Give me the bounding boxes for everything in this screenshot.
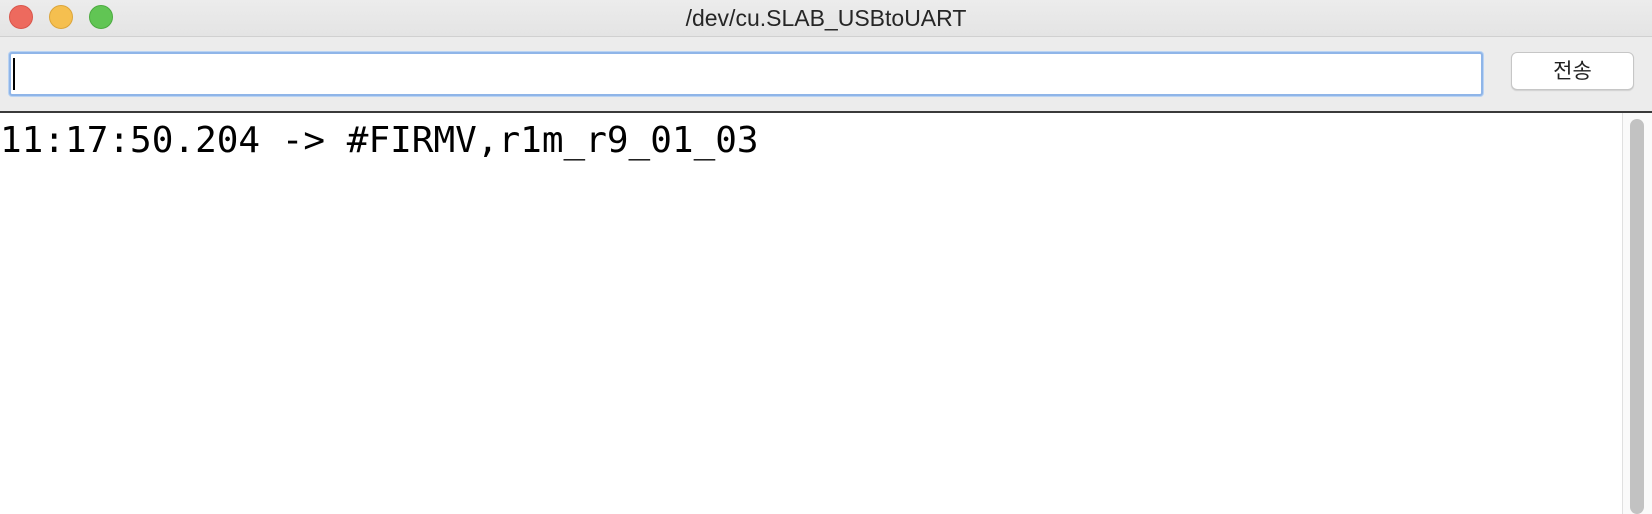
serial-command-input[interactable] [9, 52, 1483, 96]
vertical-scrollbar[interactable] [1622, 113, 1652, 514]
serial-monitor-window: /dev/cu.SLAB_USBtoUART 전송 11:17:50.204 -… [0, 0, 1652, 514]
send-toolbar: 전송 [0, 37, 1652, 113]
text-caret [13, 58, 15, 90]
log-line: 11:17:50.204 -> #FIRMV,r1m_r9_01_03 [0, 120, 759, 161]
title-bar: /dev/cu.SLAB_USBtoUART [0, 0, 1652, 37]
send-button[interactable]: 전송 [1511, 52, 1634, 90]
scrollbar-thumb[interactable] [1630, 119, 1644, 514]
window-title: /dev/cu.SLAB_USBtoUART [685, 5, 967, 31]
serial-output-area[interactable]: 11:17:50.204 -> #FIRMV,r1m_r9_01_03 [0, 113, 1622, 514]
